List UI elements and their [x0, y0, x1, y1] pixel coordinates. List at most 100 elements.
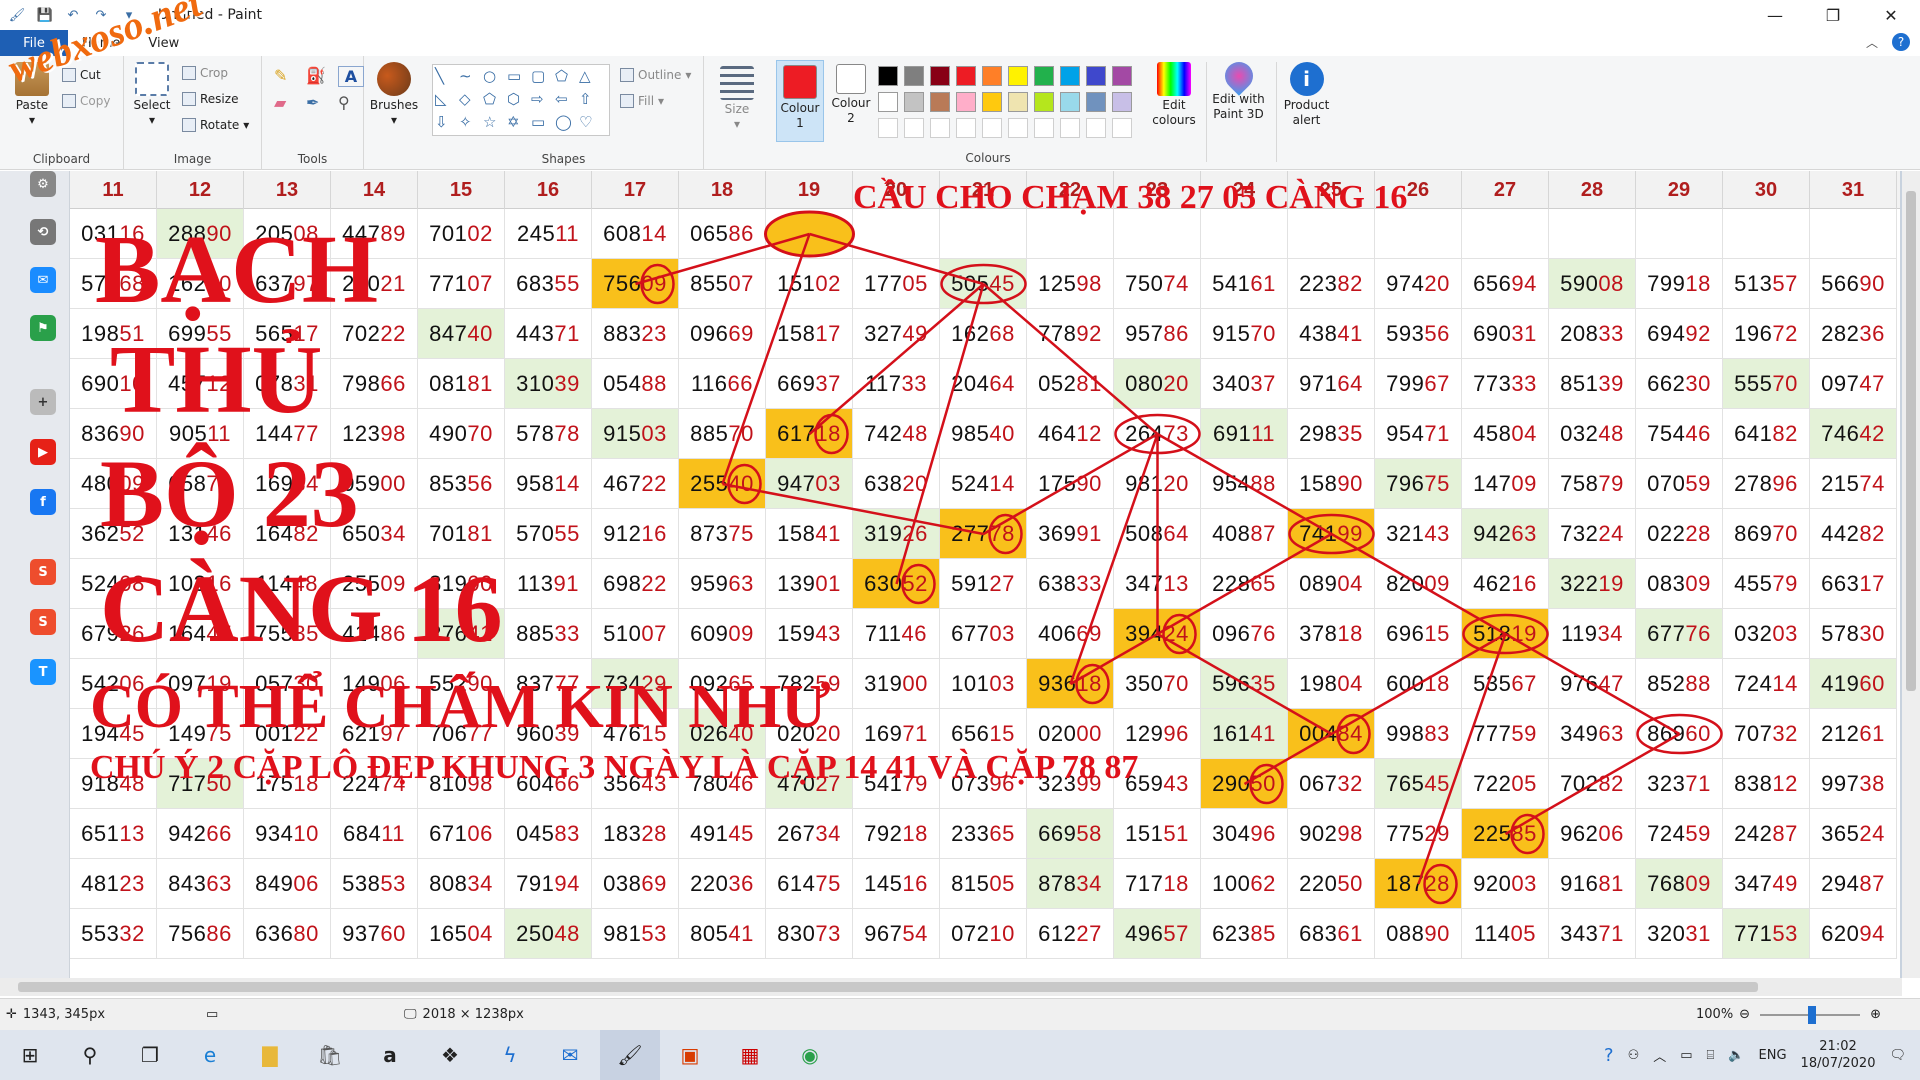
dropbox-icon[interactable]: ❖: [420, 1030, 480, 1080]
mail-icon[interactable]: ✉: [540, 1030, 600, 1080]
clock[interactable]: 21:02 18/07/2020: [1801, 1038, 1876, 1072]
palette-empty-swatch[interactable]: [982, 118, 1002, 138]
crop-button[interactable]: Crop: [182, 66, 228, 80]
people-icon[interactable]: ⚇: [1628, 1048, 1640, 1063]
select-button[interactable]: Select ▾: [130, 62, 174, 128]
horizontal-scroll-thumb[interactable]: [18, 982, 1758, 992]
task-view-icon[interactable]: ❐: [120, 1030, 180, 1080]
palette-empty-swatch[interactable]: [1112, 118, 1132, 138]
palette-swatch[interactable]: [930, 92, 950, 112]
palette-swatch[interactable]: [930, 66, 950, 86]
product-alert-button[interactable]: i Product alert: [1276, 62, 1336, 162]
resize-button[interactable]: Resize: [182, 92, 238, 106]
save-icon[interactable]: 💾: [36, 6, 54, 24]
zoom-in-icon[interactable]: ⊕: [1870, 1007, 1881, 1022]
palette-swatch[interactable]: [982, 92, 1002, 112]
curve-shape-icon[interactable]: ∼: [459, 67, 483, 90]
palette-swatch[interactable]: [1086, 92, 1106, 112]
pencil-icon[interactable]: ✎: [274, 66, 300, 87]
arrow-right-shape-icon[interactable]: ⇨: [531, 90, 555, 113]
palette-empty-swatch[interactable]: [930, 118, 950, 138]
shopee-sale-icon[interactable]: S: [30, 609, 56, 635]
text-tool-icon[interactable]: A: [338, 66, 364, 87]
app-grid-icon[interactable]: ▦: [720, 1030, 780, 1080]
minimize-button[interactable]: —: [1746, 0, 1804, 30]
network-icon[interactable]: ⌸: [1707, 1048, 1715, 1063]
palette-swatch[interactable]: [904, 66, 924, 86]
facebook-icon[interactable]: f: [30, 489, 56, 515]
colour1-button[interactable]: Colour 1: [776, 60, 824, 142]
vertical-scroll-thumb[interactable]: [1906, 191, 1916, 691]
palette-swatch[interactable]: [956, 92, 976, 112]
app-lightning-icon[interactable]: ϟ: [480, 1030, 540, 1080]
language-indicator[interactable]: ENG: [1759, 1048, 1787, 1063]
volume-icon[interactable]: 🔈: [1728, 1048, 1744, 1063]
palette-swatch[interactable]: [1086, 66, 1106, 86]
arrow-down-shape-icon[interactable]: ⇩: [435, 113, 459, 136]
tray-chevron-icon[interactable]: ︿: [1653, 1046, 1666, 1065]
palette-swatch[interactable]: [956, 66, 976, 86]
canvas-area[interactable]: ⚙ ⟲ ✉ ⚑ + ▶ f S S T 11 12 13 14 15 16 17 18 19 20…: [0, 171, 1902, 978]
palette-swatch[interactable]: [1112, 92, 1132, 112]
palette-swatch[interactable]: [1008, 66, 1028, 86]
star6-shape-icon[interactable]: ✡: [507, 113, 531, 136]
messenger-icon[interactable]: ✉: [30, 267, 56, 293]
notifications-icon[interactable]: 🗨: [1889, 1048, 1906, 1063]
rectangle-shape-icon[interactable]: ▭: [507, 67, 531, 90]
palette-empty-swatch[interactable]: [1060, 118, 1080, 138]
youtube-icon[interactable]: ▶: [30, 439, 56, 465]
palette-empty-swatch[interactable]: [878, 118, 898, 138]
store-icon[interactable]: 🛍: [300, 1030, 360, 1080]
polygon-shape-icon[interactable]: ⬠: [555, 67, 579, 90]
line-shape-icon[interactable]: ╲: [435, 67, 459, 90]
colour-picker-icon[interactable]: ✒: [306, 93, 332, 112]
help-tray-icon[interactable]: ?: [1604, 1045, 1614, 1066]
game-controller-icon[interactable]: ⚑: [30, 315, 56, 341]
palette-empty-swatch[interactable]: [1008, 118, 1028, 138]
file-explorer-icon[interactable]: ▇: [240, 1030, 300, 1080]
zoom-slider[interactable]: [1760, 1005, 1861, 1024]
outline-dropdown[interactable]: Outline ▾: [620, 68, 691, 82]
brushes-button[interactable]: Brushes ▾: [368, 62, 420, 128]
fill-bucket-icon[interactable]: ⛽: [306, 66, 332, 87]
rotate-button[interactable]: Rotate ▾: [182, 118, 249, 132]
palette-empty-swatch[interactable]: [904, 118, 924, 138]
palette-swatch[interactable]: [878, 66, 898, 86]
callout-rect-shape-icon[interactable]: ▭: [531, 113, 555, 136]
arrow-left-shape-icon[interactable]: ⇦: [555, 90, 579, 113]
shapes-gallery[interactable]: ╲ ∼ ○ ▭ ▢ ⬠ △ ◺ ◇ ⬠ ⬡ ⇨ ⇦ ⇧ ⇩ ✧ ☆ ✡ ▭ ◯ ♡: [432, 64, 610, 136]
edge-browser-icon[interactable]: e: [180, 1030, 240, 1080]
app-green-icon[interactable]: ◉: [780, 1030, 840, 1080]
battery-icon[interactable]: ▭: [1680, 1048, 1692, 1063]
oval-shape-icon[interactable]: ○: [483, 67, 507, 90]
star4-shape-icon[interactable]: ✧: [459, 113, 483, 136]
palette-swatch[interactable]: [1034, 66, 1054, 86]
collapse-ribbon-icon[interactable]: ︿: [1866, 34, 1878, 51]
zoom-out-icon[interactable]: ⊖: [1739, 1007, 1750, 1022]
colour2-button[interactable]: Colour 2: [828, 64, 874, 126]
palette-swatch[interactable]: [904, 92, 924, 112]
eraser-icon[interactable]: ▰: [274, 93, 300, 112]
edit-with-paint3d-button[interactable]: Edit with Paint 3D: [1206, 56, 1270, 162]
paint-app-icon[interactable]: 🖌: [8, 6, 26, 24]
palette-swatch[interactable]: [1008, 92, 1028, 112]
heart-shape-icon[interactable]: ♡: [579, 113, 603, 136]
help-icon[interactable]: ?: [1892, 33, 1910, 51]
shopee-icon[interactable]: S: [30, 559, 56, 585]
vertical-scrollbar[interactable]: [1902, 171, 1920, 978]
copy-button[interactable]: Copy: [62, 94, 110, 108]
size-button[interactable]: Size ▾: [714, 66, 760, 132]
palette-swatch[interactable]: [1060, 66, 1080, 86]
callout-oval-shape-icon[interactable]: ◯: [555, 113, 579, 136]
tiki-icon[interactable]: T: [30, 659, 56, 685]
office-icon[interactable]: ▣: [660, 1030, 720, 1080]
restore-button[interactable]: ❐: [1804, 0, 1862, 30]
pentagon-shape-icon[interactable]: ⬠: [483, 90, 507, 113]
hexagon-shape-icon[interactable]: ⬡: [507, 90, 531, 113]
triangle-shape-icon[interactable]: △: [579, 67, 603, 90]
palette-swatch[interactable]: [878, 92, 898, 112]
paint-taskbar-icon[interactable]: 🖌: [600, 1030, 660, 1080]
magnifier-icon[interactable]: ⚲: [338, 93, 364, 112]
palette-empty-swatch[interactable]: [1086, 118, 1106, 138]
arrow-up-shape-icon[interactable]: ⇧: [579, 90, 603, 113]
